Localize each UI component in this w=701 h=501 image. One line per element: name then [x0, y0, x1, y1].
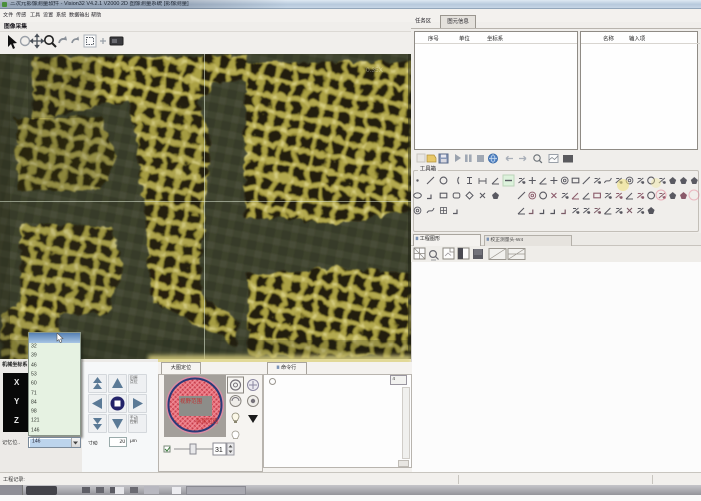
svg-text:视野范围: 视野范围 — [180, 397, 203, 405]
svg-text:影像范围: 影像范围 — [196, 417, 219, 425]
svg-text:0.35X: 0.35X — [366, 67, 384, 74]
svg-text:31: 31 — [215, 447, 223, 454]
